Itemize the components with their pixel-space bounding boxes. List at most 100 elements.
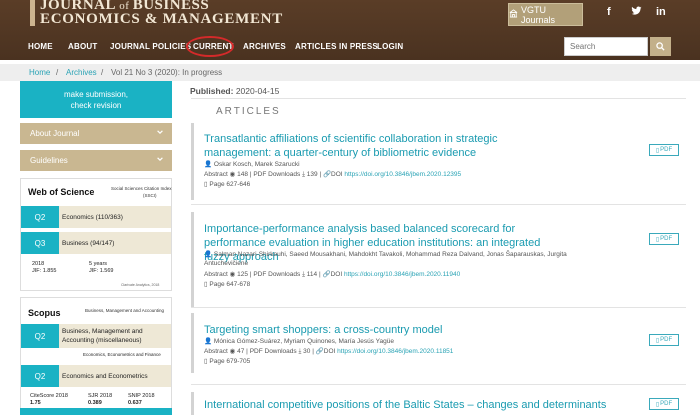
quartile-badge: Q3 [21,232,59,254]
quartile-badge: Q2 [21,365,59,387]
article-authors: 👤 Oskar Kosch, Marek Szarucki [204,160,579,169]
download-icon: ⤓ [302,271,305,278]
user-icon: 👤 [204,338,213,345]
wos-subtitle-2: (SSCI) [143,193,157,198]
page-icon: ▯ [204,281,208,288]
breadcrumb-archives[interactable]: Archives [66,68,97,77]
article-title-link[interactable]: International competitive positions of t… [204,398,624,412]
pdf-button[interactable]: ▯ PDF [649,144,679,156]
doi-label: DOI [323,348,336,355]
file-icon: ▯ [655,147,660,154]
scopus-row-business: Q2 Business, Management and Accounting (… [21,324,171,348]
search-icon [656,38,665,56]
building-icon [509,9,518,20]
breadcrumb-current: Vol 21 No 3 (2020): In progress [111,68,223,77]
scopus-citescore: CiteScore 2018 1.75 [30,393,68,407]
breadcrumb-home[interactable]: Home [29,68,50,77]
authors-text: Oskar Kosch, Marek Szarucki [213,161,300,168]
accordion-guidelines[interactable]: Guidelines [20,150,172,171]
pdf-download-count: 139 [306,171,318,178]
chevron-down-icon [156,155,164,165]
doi-label: DOI [330,271,343,278]
nav-home[interactable]: HOME [28,42,53,51]
metric-name: SJR 2018 [88,393,113,399]
pages-text: Page 627-646 [209,181,251,188]
jif-value: JIF: 1.855 [32,268,57,274]
vgtu-journals-button[interactable]: VGTU Journals [508,3,583,26]
pdf-button[interactable]: ▯ PDF [649,334,679,346]
user-icon: 👤 [204,161,213,168]
abstract-views: 125 [237,271,248,278]
doi-link[interactable]: https://doi.org/10.3846/jbem.2020.11940 [344,271,460,278]
page-icon: ▯ [204,358,208,365]
published-date: Published: 2020-04-15 [190,86,279,96]
article-pages: ▯ Page 647-678 [204,280,250,289]
article-authors: 👤 Salman Nazari-Shirkouhi, Saeed Mousakh… [204,250,579,268]
article-title-link[interactable]: Targeting smart shoppers: a cross-countr… [204,323,564,337]
wos-category: Business (94/147) [62,240,115,247]
published-value: 2020-04-15 [233,86,280,96]
scopus-row-economics: Q2 Economics and Econometrics [21,365,171,387]
metric-value: 1.75 [30,400,41,406]
article-title-link[interactable]: Transatlantic affiliations of scientific… [204,132,564,160]
search-button[interactable] [650,37,671,56]
eye-icon: ◉ [229,171,236,178]
doi-link[interactable]: https://doi.org/10.3846/jbem.2020.11851 [337,348,453,355]
vgtu-journals-label: VGTU Journals [521,4,556,25]
wos-row-economics: Q2 Economics (110/363) [21,206,171,228]
journal-logo-line2[interactable]: ECONOMICS & MANAGEMENT [40,11,283,28]
eye-icon: ◉ [229,271,236,278]
article-metrics: Abstract ◉ 125 | PDF Downloads ⤓ 114 | 🔗… [204,271,461,278]
search-input[interactable] [564,37,648,56]
scopus-title: Scopus [28,308,61,318]
metric-value: 0.637 [128,400,142,406]
web-of-science-card[interactable]: Web of Science Social Sciences Citation … [20,178,172,291]
article-item: Targeting smart shoppers: a cross-countr… [191,313,681,373]
doi-link[interactable]: https://doi.org/10.3846/jbem.2020.12395 [344,171,461,178]
file-icon: ▯ [655,236,660,243]
wos-row-business: Q3 Business (94/147) [21,232,171,254]
scopus-subject-area: Economics, Econometrics and Finance [83,352,161,357]
twitter-icon[interactable] [631,6,642,19]
download-icon: ⤓ [298,348,302,355]
scopus-snip: SNIP 2018 0.637 [128,393,155,407]
pdf-label: PDF [660,236,673,242]
nav-about[interactable]: ABOUT [68,42,97,51]
nav-archives[interactable]: ARCHIVES [243,42,286,51]
scopus-category: Economics and Econometrics [62,373,148,380]
facebook-icon[interactable]: f [607,6,611,18]
abstract-label: Abstract [204,348,228,355]
linkedin-icon[interactable]: in [656,6,666,18]
jif-year: 2018 [32,261,45,267]
scopus-card[interactable]: Scopus Business, Management and Accounti… [20,297,172,415]
pdf-download-count: 114 [306,271,318,278]
article-item: Transatlantic affiliations of scientific… [191,123,681,200]
abstract-label: Abstract [204,271,228,278]
eye-icon: ◉ [229,348,236,355]
logo-accent-bar [30,0,35,26]
user-icon: 👤 [204,251,213,258]
pdf-button[interactable]: ▯ PDF [649,233,679,245]
submission-button[interactable]: make submission, check revision [20,81,172,118]
quartile-badge: Q2 [21,206,59,228]
file-icon: ▯ [655,337,660,344]
pdf-downloads-label: PDF Downloads [253,271,301,278]
pdf-label: PDF [660,401,673,407]
breadcrumb-separator: / [56,68,59,77]
section-title: ARTICLES [216,106,281,117]
divider [191,384,686,385]
jif5-value: JIF: 1.569 [89,268,114,274]
metric-name: SNIP 2018 [128,393,155,399]
nav-login[interactable]: LOGIN [377,42,403,51]
nav-journal-policies[interactable]: JOURNAL POLICIES [110,42,191,51]
wos-subtitle: Social Sciences Citation Index [111,186,172,191]
nav-articles-in-press[interactable]: ARTICLES IN PRESS [295,42,378,51]
pdf-label: PDF [660,147,673,153]
divider [191,204,686,205]
accordion-about-journal[interactable]: About Journal [20,123,172,144]
pdf-button[interactable]: ▯ PDF [649,398,679,410]
sidebar-bottom-strip [20,408,172,415]
breadcrumb-separator: / [101,68,104,77]
scopus-category-line2: Accounting (miscellaneous) [62,337,142,344]
current-highlight-circle [186,36,234,57]
